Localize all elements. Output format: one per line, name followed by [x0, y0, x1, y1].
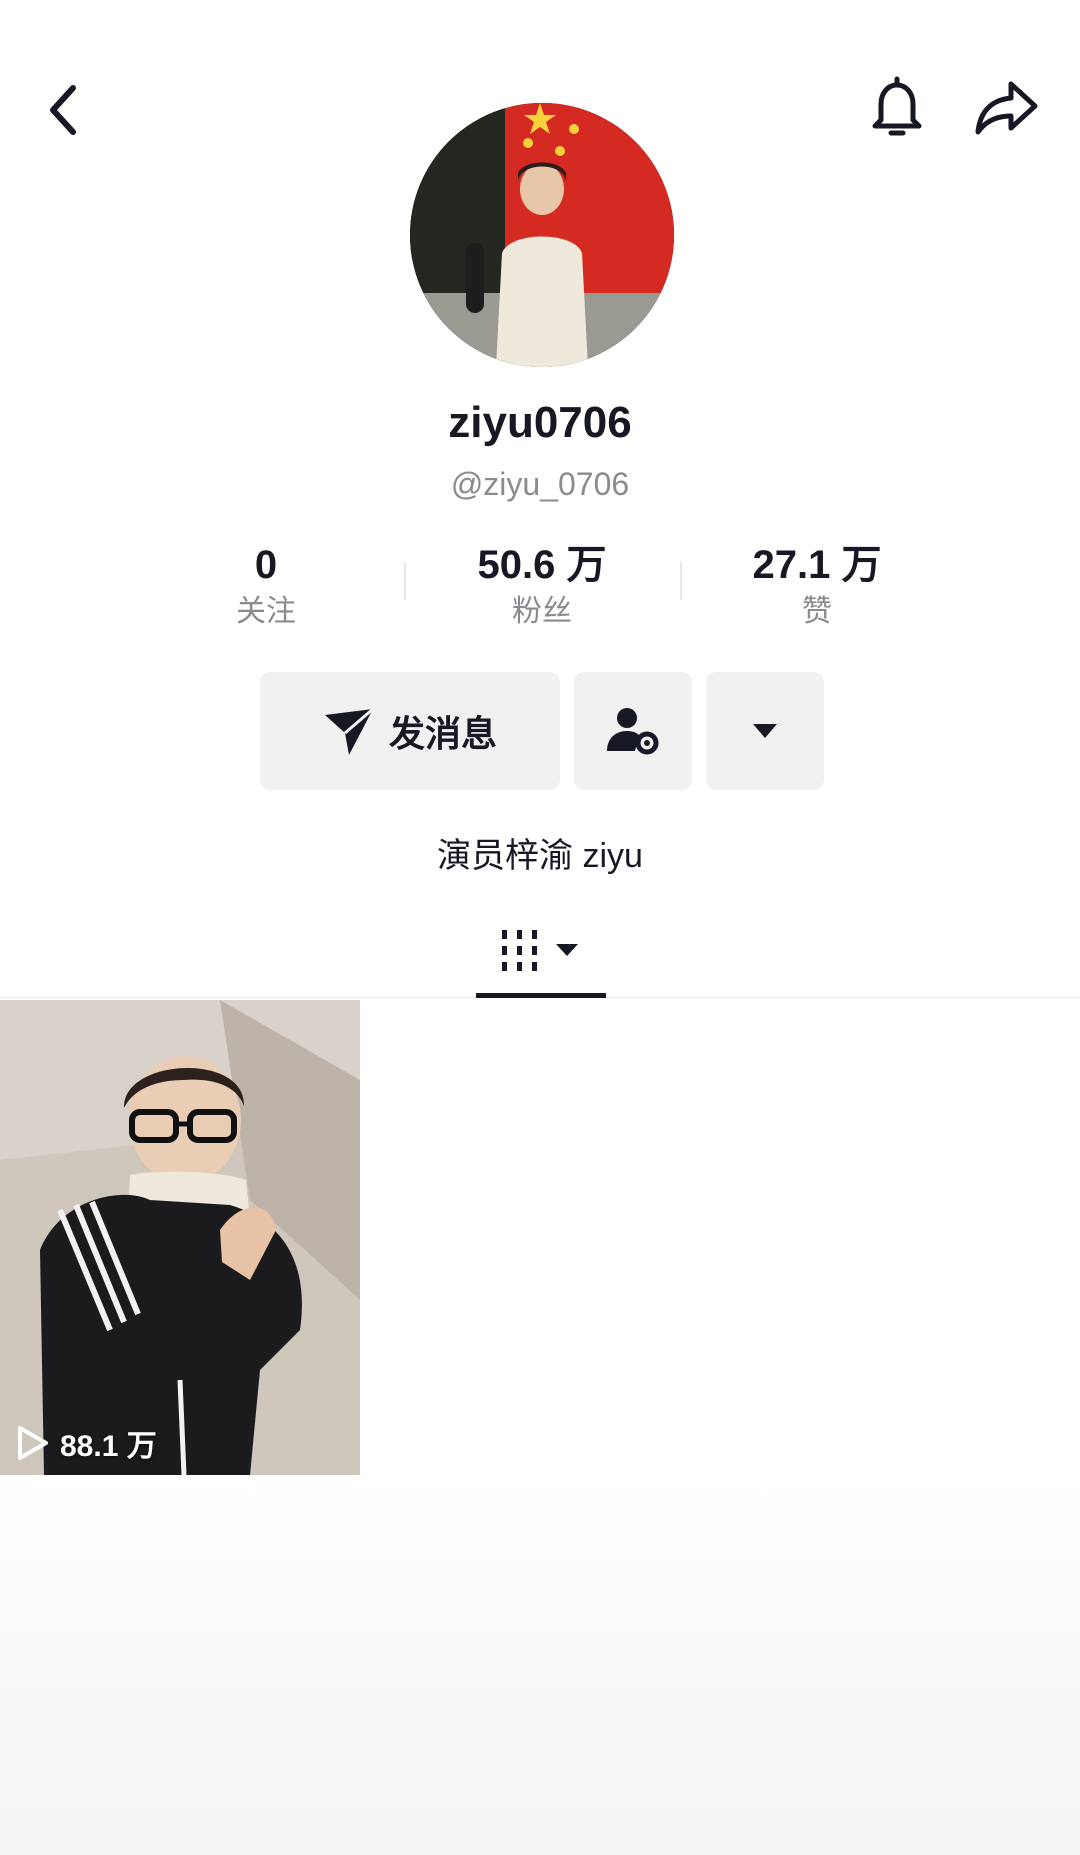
bell-icon [872, 76, 922, 136]
user-handle: @ziyu_0706 [450, 466, 630, 502]
paper-plane-icon [324, 707, 374, 755]
grid-columns-icon [502, 930, 578, 971]
following-label: 关注 [236, 595, 296, 628]
video-play-count: 88.1 万 [16, 1421, 157, 1465]
video-thumbnail[interactable]: 88.1 万 [0, 1000, 360, 1475]
profile-avatar[interactable] [410, 103, 674, 367]
likes-count: 27.1 万 [752, 543, 882, 587]
user-settings-icon [607, 708, 659, 755]
video-cover-image [0, 1000, 360, 1475]
share-arrow-icon [975, 81, 1038, 135]
caret-down-icon [753, 724, 777, 738]
tab-works[interactable] [476, 905, 606, 997]
more-options-button[interactable] [706, 672, 824, 790]
send-message-label: 发消息 [388, 713, 497, 754]
back-button[interactable] [38, 78, 88, 142]
stat-following[interactable]: 0 关注 [196, 540, 336, 634]
active-tab-indicator [476, 993, 606, 998]
share-button[interactable] [968, 72, 1044, 144]
followers-count: 50.6 万 [477, 543, 607, 587]
stat-divider [404, 562, 406, 600]
empty-area [0, 1480, 1080, 1855]
play-outline-icon [18, 1426, 48, 1460]
stat-divider [680, 562, 682, 600]
display-name: ziyu0706 [448, 398, 632, 447]
likes-label: 赞 [802, 595, 832, 628]
stat-likes[interactable]: 27.1 万 赞 [712, 540, 922, 634]
following-count: 0 [254, 543, 278, 587]
send-message-button[interactable]: 发消息 [260, 672, 560, 790]
followers-label: 粉丝 [512, 595, 572, 628]
stat-followers[interactable]: 50.6 万 粉丝 [432, 540, 652, 634]
profile-actions: 发消息 [0, 672, 1080, 792]
chevron-left-icon [50, 85, 76, 135]
profile-stats: 0 关注 50.6 万 粉丝 27.1 万 赞 [0, 540, 1080, 640]
friend-settings-button[interactable] [574, 672, 692, 790]
avatar-photo [410, 103, 674, 367]
notification-button[interactable] [862, 72, 932, 144]
content-tabs [0, 905, 1080, 998]
play-count-text: 88.1 万 [60, 1430, 157, 1463]
profile-bio: 演员梓渝 ziyu [437, 837, 643, 875]
